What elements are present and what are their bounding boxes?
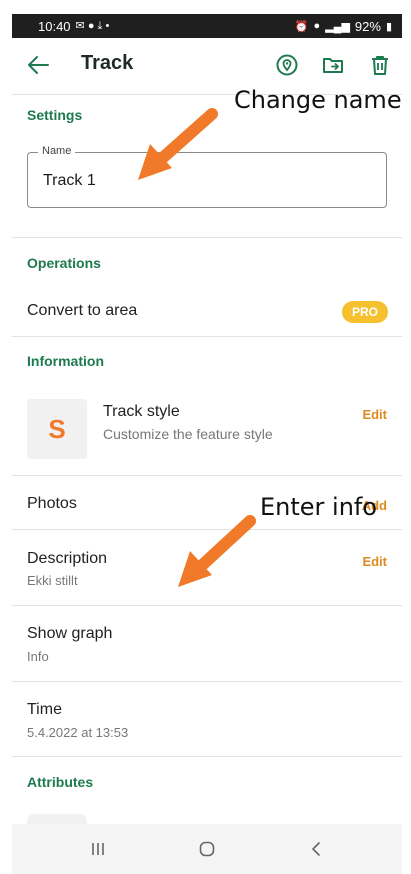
convert-to-area-label[interactable]: Convert to area [27, 302, 137, 320]
description-value: Ekki stillt [27, 573, 78, 588]
operations-header: Operations [27, 255, 101, 271]
folder-move-icon[interactable] [321, 53, 345, 77]
annotation-change-name: Change name [234, 86, 402, 114]
status-left: 10:40 ✉ ● ⤓ • [38, 19, 109, 34]
trash-icon[interactable] [368, 53, 392, 77]
show-graph-value: Info [27, 649, 49, 664]
track-style-thumbnail[interactable]: S [27, 399, 87, 459]
back-nav-svg [312, 842, 320, 856]
alarm-icon: ⏰ [294, 20, 309, 33]
battery-level: 92% [354, 18, 381, 34]
pro-badge[interactable]: PRO [342, 301, 388, 323]
settings-divider [12, 237, 402, 238]
location-icon: ● [313, 20, 321, 32]
track-style-subtitle: Customize the feature style [103, 426, 273, 442]
show-graph-label[interactable]: Show graph [27, 625, 112, 643]
description-divider [12, 605, 402, 606]
description-label[interactable]: Description [27, 550, 107, 568]
trash-svg [372, 56, 388, 75]
back-arrow-icon[interactable] [26, 52, 52, 78]
description-edit-button[interactable]: Edit [362, 554, 387, 569]
graph-divider [12, 681, 402, 682]
status-right: ⏰ ● ▂▄▆ 92% ▮ [295, 19, 392, 34]
style-divider [12, 475, 402, 476]
folder-move-svg [323, 58, 343, 73]
page-title: Track [81, 52, 134, 74]
time-divider [12, 756, 402, 757]
home-icon[interactable] [192, 837, 222, 861]
track-style-title[interactable]: Track style [103, 403, 180, 421]
map-pin-svg [276, 54, 298, 76]
signal-icon: ▂▄▆ [325, 20, 350, 33]
arrow-to-name-field [138, 108, 218, 180]
status-time: 10:40 [38, 18, 71, 34]
back-nav-icon[interactable] [302, 837, 332, 861]
map-pin-circle-icon[interactable] [275, 53, 299, 77]
annotation-enter-info: Enter info [260, 493, 378, 521]
style-letter-icon: S [48, 413, 66, 444]
battery-icon: ▮ [385, 20, 392, 33]
style-edit-button[interactable]: Edit [362, 407, 387, 422]
information-header: Information [27, 353, 104, 369]
photos-label: Photos [27, 495, 77, 512]
settings-header: Settings [27, 107, 83, 123]
back-arrow-svg [28, 56, 49, 74]
time-value: 5.4.2022 at 13:53 [27, 725, 129, 740]
home-svg [199, 841, 215, 857]
name-field-label: Name [38, 145, 76, 157]
time-label: Time [27, 701, 62, 718]
attributes-header: Attributes [27, 774, 94, 790]
recent-apps-svg [92, 843, 104, 855]
recent-apps-icon[interactable] [83, 837, 113, 861]
notification-icons: ✉ ● ⤓ • [75, 20, 110, 32]
system-nav-bar [12, 824, 402, 874]
arrow-to-description [178, 515, 256, 587]
status-bar: 10:40 ✉ ● ⤓ • ⏰ ● ▂▄▆ 92% ▮ [12, 14, 402, 38]
operations-divider [12, 336, 402, 337]
